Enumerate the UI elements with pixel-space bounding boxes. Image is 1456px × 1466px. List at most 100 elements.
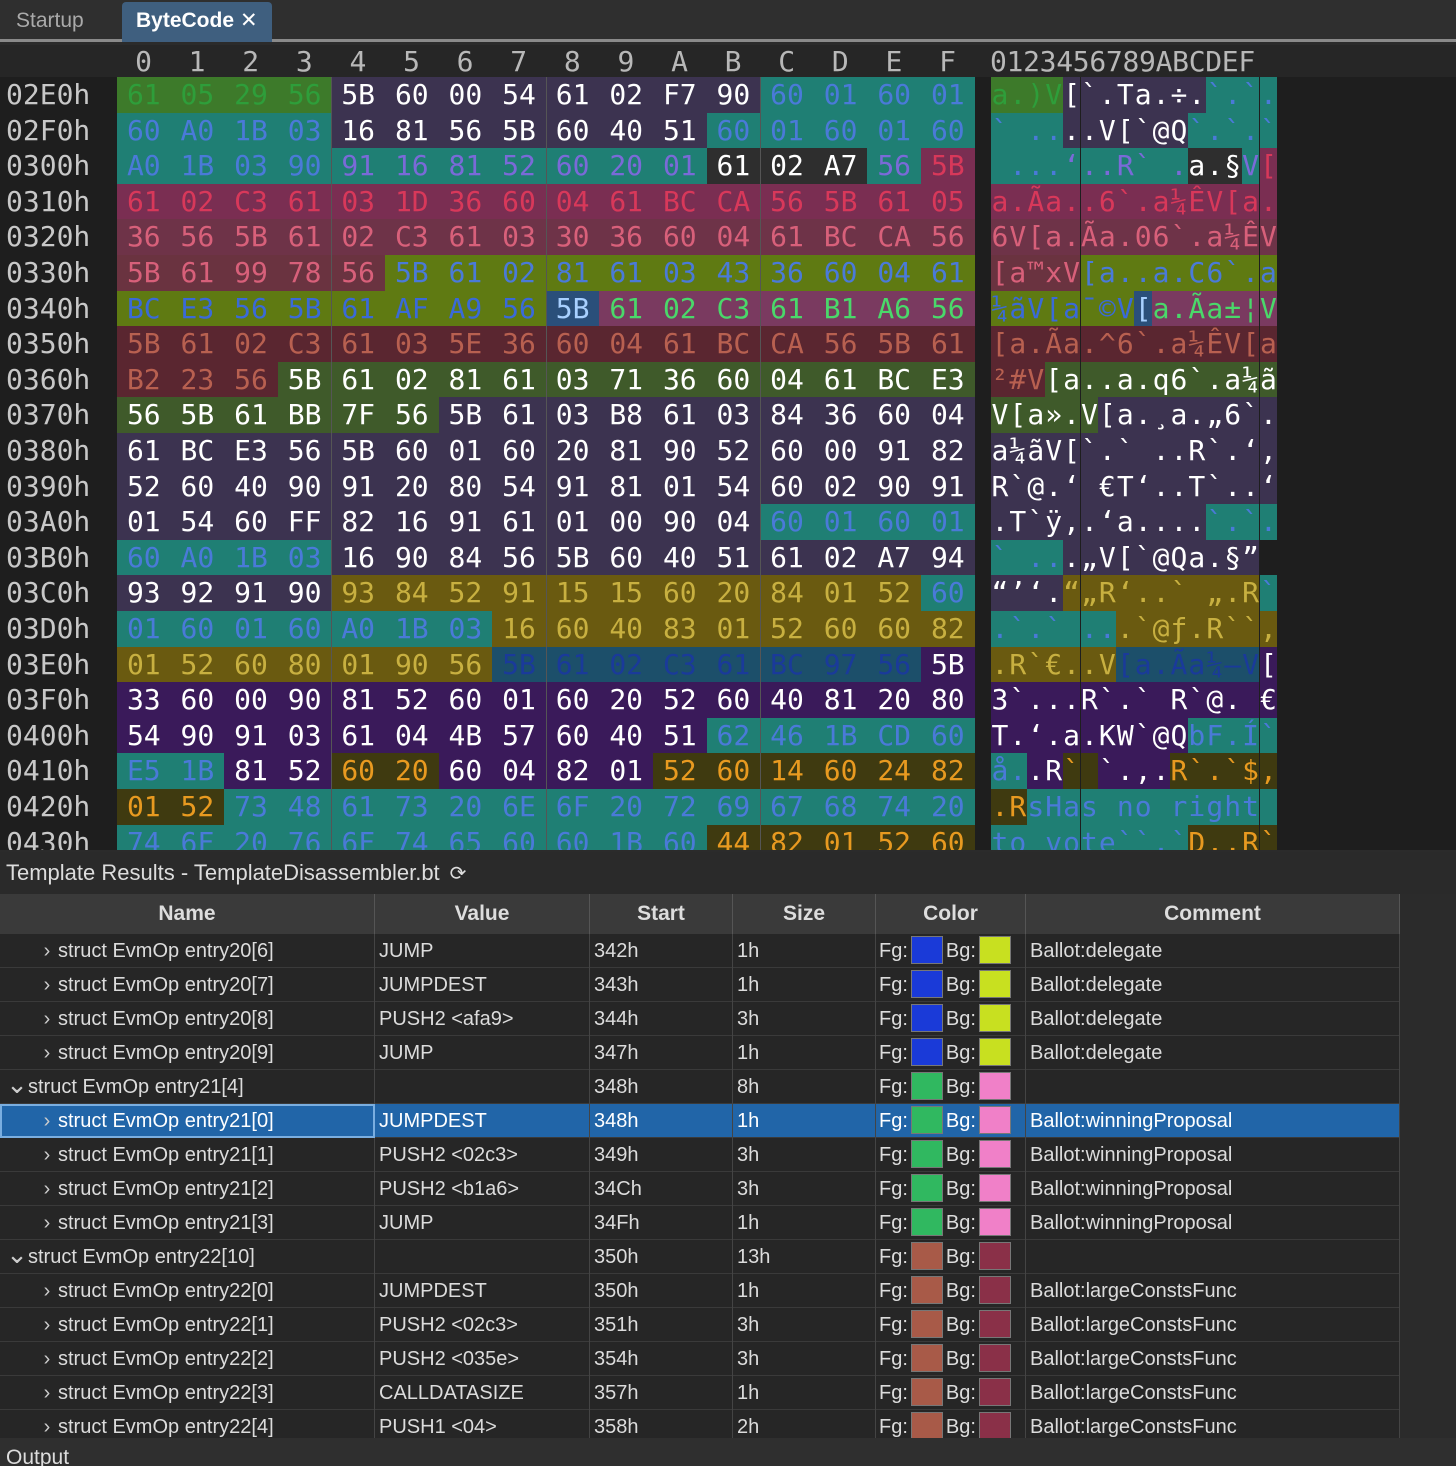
hex-byte[interactable]: 7F [331, 397, 385, 433]
hex-byte[interactable]: A6 [867, 290, 921, 327]
hex-byte[interactable]: 61 [813, 361, 868, 398]
hex-byte[interactable]: 60 [921, 824, 975, 850]
hex-byte[interactable]: 60 [706, 112, 761, 149]
hex-byte[interactable]: 01 [492, 682, 546, 718]
chevron-right-icon[interactable]: › [36, 934, 58, 968]
chevron-right-icon[interactable]: › [36, 1206, 58, 1240]
hex-byte[interactable]: 61 [545, 77, 600, 113]
bg-color-swatch[interactable] [978, 1174, 1011, 1203]
hex-byte[interactable]: 15 [599, 575, 653, 611]
hex-byte[interactable]: 16 [385, 504, 439, 540]
hex-byte[interactable]: 52 [385, 682, 439, 718]
fg-color-swatch[interactable] [910, 936, 943, 965]
chevron-right-icon[interactable]: › [36, 1172, 58, 1206]
hex-byte[interactable]: 04 [867, 255, 921, 291]
hex-byte[interactable]: 36 [117, 219, 171, 255]
hex-byte[interactable]: 61 [760, 290, 814, 327]
hex-byte[interactable]: C3 [224, 183, 278, 220]
hex-byte[interactable]: 90 [706, 77, 761, 113]
hex-byte[interactable]: C3 [277, 326, 332, 362]
hex-byte[interactable]: 02 [331, 219, 385, 255]
hex-byte[interactable]: 74 [117, 824, 171, 850]
table-row[interactable]: ⌄struct EvmOp entry22[10] 350h 13h Fg: Bg: [0, 1240, 1400, 1274]
table-row[interactable]: › struct EvmOp entry20[6] JUMP 342h 1h Fg: Bg:… [0, 934, 1400, 968]
table-row[interactable]: › struct EvmOp entry20[7] JUMPDEST 343h 1h Fg… [0, 968, 1400, 1002]
hex-byte[interactable]: 91 [492, 575, 546, 611]
table-row[interactable]: › struct EvmOp entry22[1] PUSH2 <02c3> 351h… [0, 1308, 1400, 1342]
hex-byte[interactable]: 61 [760, 539, 814, 576]
hex-byte[interactable]: 91 [867, 433, 921, 469]
hex-byte[interactable]: 60 [867, 77, 921, 113]
hex-byte[interactable]: 15 [545, 575, 600, 611]
hex-byte[interactable]: 01 [921, 504, 975, 540]
hex-byte[interactable]: BC [760, 646, 814, 683]
bg-color-swatch[interactable] [978, 1378, 1011, 1407]
hex-byte[interactable]: 61 [170, 326, 225, 362]
hex-byte[interactable]: 67 [760, 789, 814, 825]
hex-byte[interactable]: 60 [170, 468, 225, 505]
hex-byte[interactable]: 00 [224, 682, 278, 718]
hex-byte[interactable]: 61 [921, 255, 975, 291]
hex-byte[interactable]: 36 [599, 219, 653, 255]
hex-byte[interactable]: 90 [653, 504, 707, 540]
hex-byte[interactable]: 60 [545, 326, 600, 362]
hex-byte[interactable]: 56 [385, 397, 439, 433]
grid-column-value[interactable]: Value [375, 894, 590, 934]
hex-byte[interactable]: 81 [599, 468, 653, 505]
hex-byte[interactable]: 61 [492, 361, 546, 398]
hex-byte[interactable]: 56 [921, 290, 975, 327]
hex-byte[interactable]: 90 [277, 468, 332, 505]
hex-byte[interactable]: 40 [653, 539, 707, 576]
hex-byte[interactable]: 1D [385, 183, 439, 220]
hex-byte[interactable]: BC [706, 326, 761, 362]
hex-byte[interactable]: 61 [224, 397, 278, 433]
hex-byte[interactable]: 56 [492, 290, 546, 327]
hex-byte[interactable]: 60 [921, 717, 975, 754]
hex-byte[interactable]: 01 [867, 112, 921, 149]
hex-byte[interactable]: 60 [545, 824, 600, 850]
hex-byte[interactable]: 52 [492, 148, 546, 184]
hex-byte[interactable]: 6F [545, 789, 600, 825]
hex-byte[interactable]: 61 [599, 183, 653, 220]
hex-byte[interactable]: 04 [492, 753, 546, 789]
hex-byte[interactable]: 03 [277, 717, 332, 754]
hex-byte[interactable]: 02 [385, 361, 439, 398]
hex-byte[interactable]: 90 [277, 148, 332, 184]
grid-column-start[interactable]: Start [590, 894, 733, 934]
hex-byte[interactable]: 01 [813, 77, 868, 113]
hex-byte[interactable]: 20 [867, 682, 921, 718]
hex-byte[interactable]: 5B [492, 646, 546, 683]
bg-color-swatch[interactable] [978, 1106, 1011, 1135]
hex-byte[interactable]: 56 [170, 219, 225, 255]
hex-byte[interactable]: 82 [760, 824, 814, 850]
hex-byte[interactable]: 60 [760, 433, 814, 469]
hex-byte[interactable]: BC [813, 219, 868, 255]
hex-byte[interactable]: A0 [170, 539, 225, 576]
hex-byte[interactable]: 56 [277, 433, 332, 469]
hex-byte[interactable]: 60 [385, 77, 439, 113]
hex-byte[interactable]: 40 [224, 468, 278, 505]
chevron-right-icon[interactable]: › [36, 1036, 58, 1070]
bg-color-swatch[interactable] [978, 936, 1011, 965]
hex-byte[interactable]: 02 [224, 326, 278, 362]
hex-byte[interactable]: 61 [706, 646, 761, 683]
hex-byte[interactable]: 61 [117, 77, 171, 113]
hex-byte[interactable]: 03 [438, 611, 493, 647]
hex-byte[interactable]: BC [117, 290, 171, 327]
hex-byte[interactable]: 82 [331, 504, 385, 540]
hex-byte[interactable]: 23 [170, 361, 225, 398]
hex-byte[interactable]: 62 [706, 717, 761, 754]
hex-byte[interactable]: 99 [224, 255, 278, 291]
hex-byte[interactable]: 56 [867, 148, 921, 184]
hex-byte[interactable]: 61 [331, 717, 385, 754]
hex-byte[interactable]: 69 [706, 789, 761, 825]
hex-byte[interactable]: E5 [117, 753, 171, 789]
table-row[interactable]: ⌄struct EvmOp entry21[4] 348h 8h Fg: Bg: [0, 1070, 1400, 1104]
fg-color-swatch[interactable] [910, 970, 943, 999]
hex-byte[interactable]: 02 [813, 539, 868, 576]
hex-byte[interactable]: 01 [331, 646, 385, 683]
table-row[interactable]: › struct EvmOp entry22[2] PUSH2 <035e> 354h… [0, 1342, 1400, 1376]
hex-byte[interactable]: 60 [224, 646, 278, 683]
fg-color-swatch[interactable] [910, 1140, 943, 1169]
hex-byte[interactable]: 82 [545, 753, 600, 789]
